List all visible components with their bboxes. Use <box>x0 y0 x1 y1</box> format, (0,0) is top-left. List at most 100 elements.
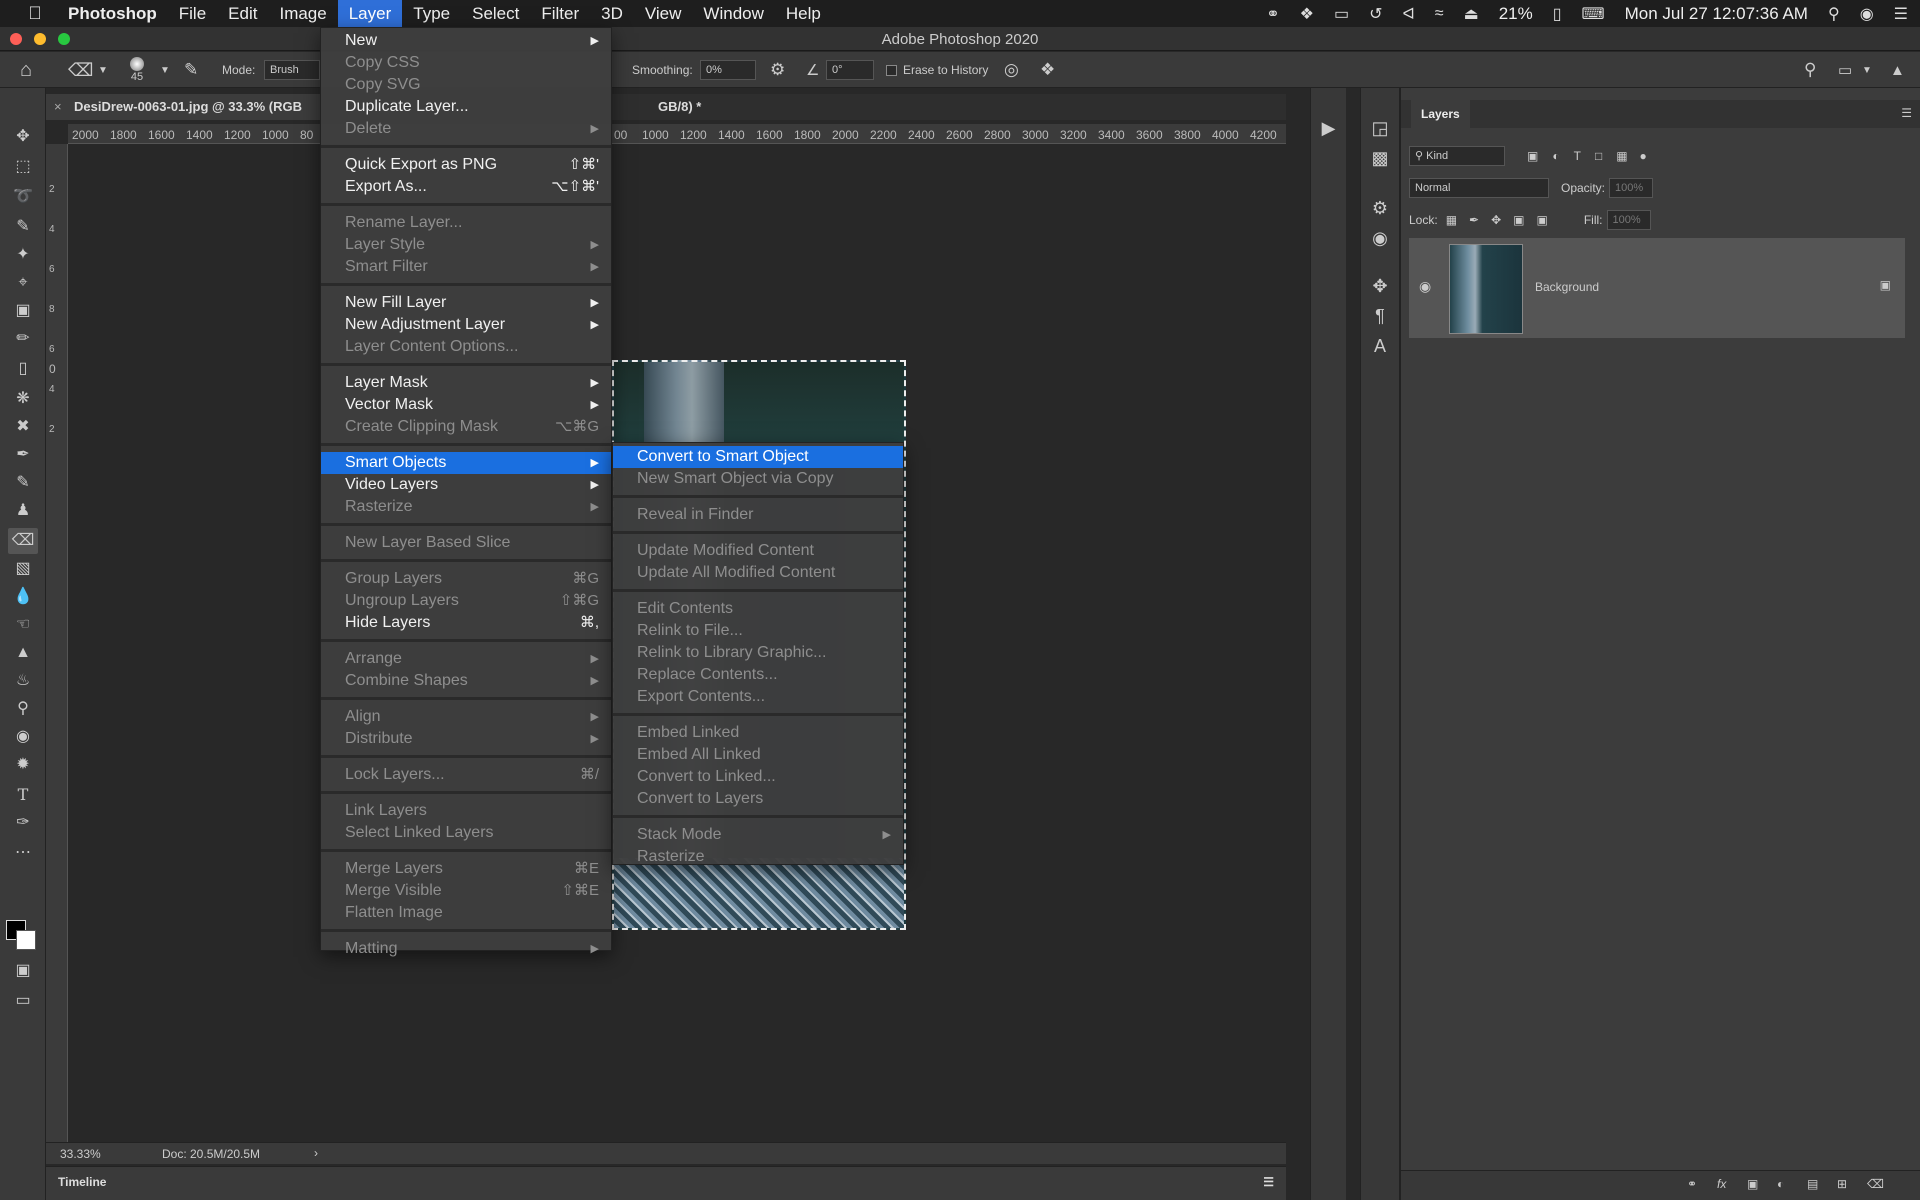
battery-icon[interactable]: ▯ <box>1553 4 1562 24</box>
eraser-preset-icon[interactable]: ⌫ <box>68 52 93 88</box>
paragraph-icon[interactable]: ¶ <box>1361 306 1399 327</box>
histogram-icon[interactable]: ▩ <box>1361 148 1399 169</box>
share-icon[interactable]: ▲ <box>1890 52 1905 88</box>
clock[interactable]: Mon Jul 27 12:07:36 AM <box>1625 4 1808 24</box>
erase-to-history-checkbox[interactable]: Erase to History <box>886 52 988 88</box>
quick-mask-icon[interactable]: ▣ <box>8 958 38 984</box>
chevron-down-icon[interactable]: ▼ <box>98 52 108 88</box>
blur-tool-icon[interactable]: 💧 <box>8 584 38 610</box>
menu-help[interactable]: Help <box>775 0 832 27</box>
clone-stamp-tool-icon[interactable]: ♟ <box>8 498 38 524</box>
brush-tool-icon[interactable]: ✒ <box>8 442 38 468</box>
chevron-down-icon[interactable]: ▼ <box>1862 52 1872 88</box>
menu-window[interactable]: Window <box>692 0 774 27</box>
new-group-icon[interactable]: ▤ <box>1807 1177 1818 1191</box>
type-filter-icon[interactable]: T <box>1574 149 1581 163</box>
menu-item-new-fill-layer[interactable]: New Fill Layer ▶ <box>321 292 611 314</box>
blend-mode-select[interactable]: Normal <box>1409 178 1549 198</box>
dropbox-icon[interactable]: ❖ <box>1300 4 1314 24</box>
apple-icon[interactable]:  <box>20 3 50 24</box>
menu-view[interactable]: View <box>634 0 693 27</box>
menu-3d[interactable]: 3D <box>590 0 634 27</box>
shape-filter-icon[interactable]: □ <box>1595 149 1602 163</box>
filter-toggle-icon[interactable]: ● <box>1640 149 1647 163</box>
menu-image[interactable]: Image <box>268 0 337 27</box>
layers-tab[interactable]: Layers <box>1411 100 1470 128</box>
image-filter-icon[interactable]: ▣ <box>1527 149 1538 163</box>
properties-icon[interactable]: ⚙ <box>1361 198 1399 219</box>
crop-tool-icon[interactable]: ⌖ <box>8 270 38 296</box>
menu-item-duplicate-layer[interactable]: Duplicate Layer... <box>321 96 611 118</box>
panel-menu-icon[interactable]: ☰ <box>1263 1175 1274 1189</box>
menu-type[interactable]: Type <box>402 0 461 27</box>
menu-filter[interactable]: Filter <box>530 0 590 27</box>
chevron-down-icon[interactable]: ▼ <box>160 52 170 88</box>
eraser-tool-icon[interactable]: ⌫ <box>8 528 38 554</box>
smart-object-filter-icon[interactable]: ▦ <box>1616 149 1627 163</box>
filter-kind-select[interactable]: ⚲ Kind <box>1409 146 1505 166</box>
mode-select[interactable]: Brush <box>264 52 320 88</box>
menu-item-layer-mask[interactable]: Layer Mask ▶ <box>321 372 611 394</box>
lock-position-icon[interactable]: ✥ <box>1491 213 1501 227</box>
angle-input[interactable]: 0° <box>826 52 874 88</box>
layer-name[interactable]: Background <box>1535 280 1599 294</box>
notification-center-icon[interactable]: ☰ <box>1894 4 1908 24</box>
panel-menu-icon[interactable]: ☰ <box>1901 106 1912 120</box>
keyboard-icon[interactable]: ⌨ <box>1582 4 1605 24</box>
screen-mode-icon[interactable]: ▭ <box>8 988 38 1014</box>
menu-file[interactable]: File <box>168 0 217 27</box>
gradient-tool-icon[interactable]: ▧ <box>8 556 38 582</box>
fill-input[interactable]: 100% <box>1606 210 1651 230</box>
move-tool-icon[interactable]: ✥ <box>8 124 38 150</box>
document-tab[interactable]: × DesiDrew-0063-01.jpg @ 33.3% (RGB <box>46 94 320 120</box>
pen-tool-icon[interactable]: ✑ <box>8 810 38 836</box>
workspace-icon[interactable]: ▭ <box>1838 52 1852 88</box>
spotlight-icon[interactable]: ⚲ <box>1828 4 1840 24</box>
opacity-input[interactable]: 100% <box>1609 178 1654 198</box>
content-aware-move-icon[interactable]: ✖ <box>8 414 38 440</box>
home-icon[interactable]: ⌂ <box>20 52 32 88</box>
channels-icon[interactable]: ◉ <box>1361 228 1399 249</box>
eject-icon[interactable]: ⏏ <box>1464 4 1479 24</box>
layer-row-background[interactable]: ◉ Background ▣ <box>1409 238 1905 338</box>
menu-edit[interactable]: Edit <box>217 0 268 27</box>
menu-item-video-layers[interactable]: Video Layers ▶ <box>321 474 611 496</box>
more-tools-icon[interactable]: ⋯ <box>8 840 38 866</box>
magic-wand-tool-icon[interactable]: ✦ <box>8 242 38 268</box>
siri-icon[interactable]: ◉ <box>1860 4 1874 24</box>
patch-tool-icon[interactable]: ❋ <box>8 386 38 412</box>
creative-cloud-icon[interactable]: ⚭ <box>1266 4 1279 24</box>
lock-pixels-icon[interactable]: ✒ <box>1469 213 1479 227</box>
brush-size-picker[interactable]: 45 <box>130 52 144 88</box>
new-layer-icon[interactable]: ⊞ <box>1837 1177 1847 1191</box>
search-icon[interactable]: ⚲ <box>1804 52 1816 88</box>
menu-item-smart-objects[interactable]: Smart Objects ▶ <box>321 452 611 474</box>
time-machine-icon[interactable]: ↺ <box>1369 4 1382 24</box>
burn-tool-icon[interactable]: ◉ <box>8 724 38 750</box>
symmetry-icon[interactable]: ❖ <box>1040 52 1055 88</box>
eye-icon[interactable]: ◉ <box>1419 278 1431 295</box>
adjustment-filter-icon[interactable]: ◐ <box>1552 149 1559 163</box>
history-icon[interactable]: ◲ <box>1361 118 1399 139</box>
lasso-tool-icon[interactable]: ➰ <box>8 184 38 210</box>
menu-select[interactable]: Select <box>461 0 530 27</box>
menu-item-vector-mask[interactable]: Vector Mask ▶ <box>321 394 611 416</box>
brush-panel-icon[interactable]: ✎ <box>184 52 198 88</box>
menu-item-quick-export-as-png[interactable]: Quick Export as PNG ⇧⌘' <box>321 154 611 176</box>
menu-item-new[interactable]: New ▶ <box>321 30 611 52</box>
horizontal-ruler[interactable]: 2000 1800 1600 1400 1200 1000 80 00 1000… <box>68 124 1286 144</box>
link-layers-icon[interactable]: ⚭ <box>1687 1177 1697 1191</box>
fx-icon[interactable]: fx <box>1717 1177 1726 1191</box>
trash-icon[interactable]: ⌫ <box>1867 1177 1884 1191</box>
gear-icon[interactable]: ⚙ <box>770 52 785 88</box>
lock-artboard-icon[interactable]: ▣ <box>1513 213 1524 227</box>
type-tool-icon[interactable]: T <box>8 782 38 808</box>
play-icon[interactable]: ▶ <box>1311 118 1346 139</box>
smoothing-input[interactable]: 0% <box>700 52 756 88</box>
paint-bucket-tool-icon[interactable]: ♨ <box>8 668 38 694</box>
dodge-tool-icon[interactable]: ⚲ <box>8 696 38 722</box>
pressure-opacity-icon[interactable]: ◎ <box>1004 52 1019 88</box>
pencil-tool-icon[interactable]: ✎ <box>8 470 38 496</box>
character-icon[interactable]: A <box>1361 336 1399 357</box>
close-tab-icon[interactable]: × <box>54 94 62 120</box>
